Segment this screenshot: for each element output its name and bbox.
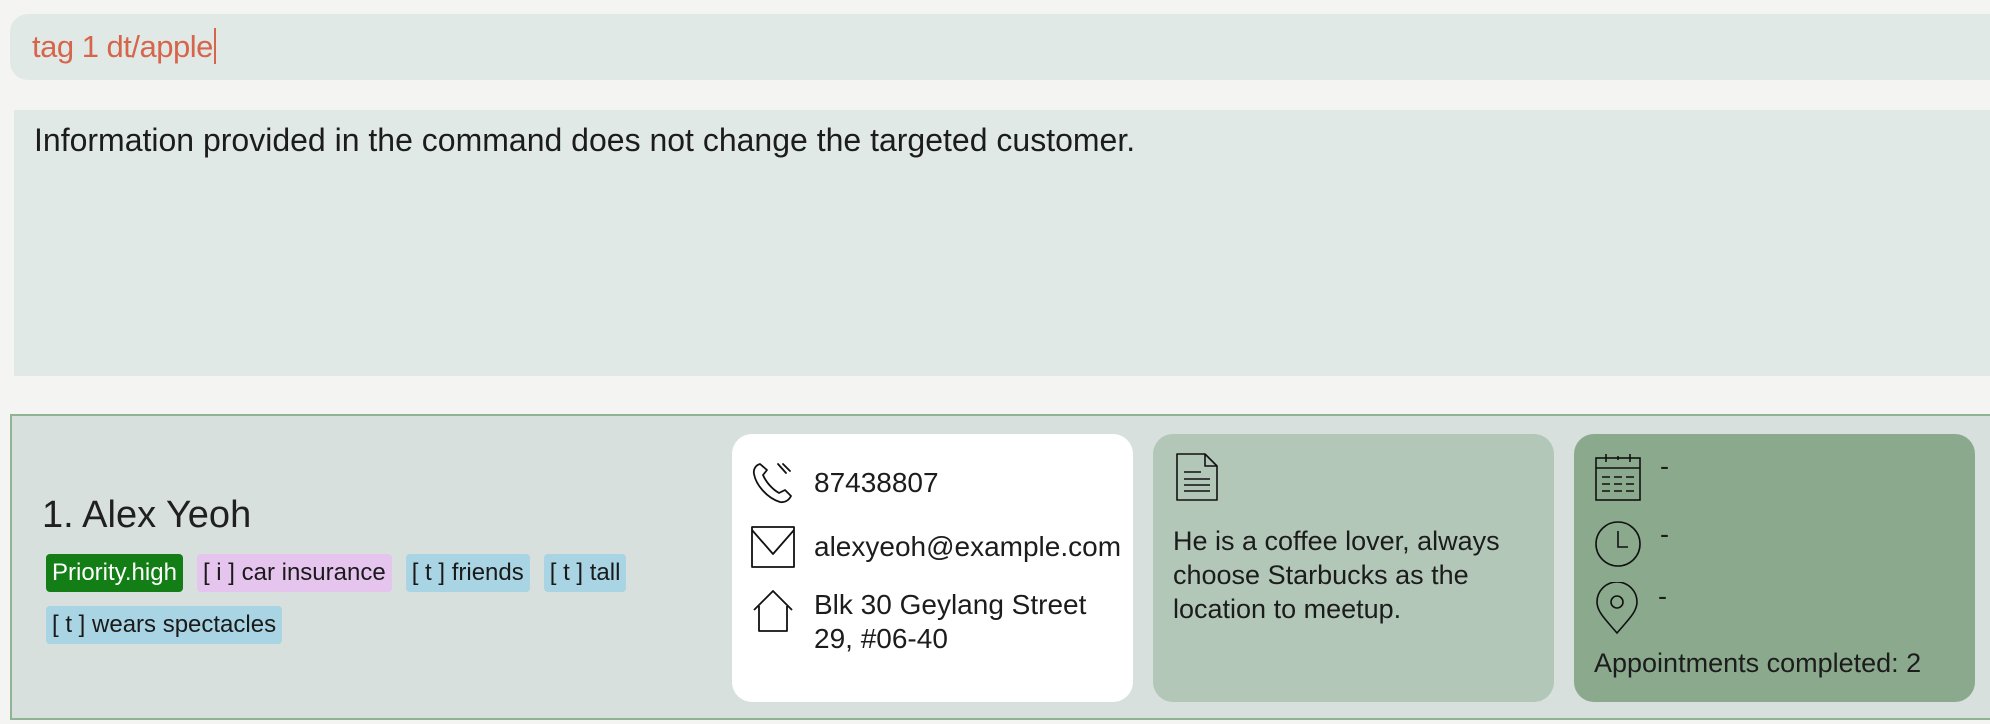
result-display: Information provided in the command does… bbox=[14, 110, 1990, 376]
phone-icon bbox=[752, 463, 792, 504]
address-text: Blk 30 Geylang Street 29, #06-40 bbox=[814, 589, 1087, 654]
contact-panel: 87438807 alexyeoh@example.com Blk 30 Gey… bbox=[732, 434, 1133, 702]
insurance-tag: [ i ] car insurance bbox=[196, 554, 392, 592]
tag-friends: [ t ] friends bbox=[405, 554, 530, 592]
tag-wears-spectacles: [ t ] wears spectacles bbox=[46, 606, 283, 644]
location-icon bbox=[1596, 582, 1638, 635]
appointment-location: - bbox=[1658, 580, 1667, 611]
priority-tag: Priority.high bbox=[46, 554, 183, 592]
person-card[interactable]: 1. Alex Yeoh Priority.high [ i ] car insu… bbox=[10, 414, 1990, 720]
calendar-icon bbox=[1595, 454, 1641, 501]
email-icon bbox=[751, 526, 795, 568]
result-message: Information provided in the command does… bbox=[34, 122, 1136, 158]
text-caret bbox=[213, 28, 216, 64]
email-address: alexyeoh@example.com bbox=[814, 531, 1122, 562]
appointment-time: - bbox=[1660, 518, 1669, 549]
tag-tall: [ t ] tall bbox=[543, 554, 627, 592]
appointment-location-row: - bbox=[1594, 580, 1667, 636]
remark-text: He is a coffee lover, always choose Star… bbox=[1173, 526, 1500, 624]
appointment-date: - bbox=[1660, 450, 1669, 481]
command-box[interactable]: tag 1 dt/apple bbox=[10, 14, 1990, 80]
appointment-time-row: - bbox=[1594, 518, 1669, 568]
clock-icon bbox=[1595, 521, 1641, 567]
email-row: alexyeoh@example.com bbox=[750, 524, 1121, 570]
command-input[interactable]: tag 1 dt/apple bbox=[32, 28, 216, 65]
appointments-completed: Appointments completed: 2 bbox=[1594, 648, 1922, 678]
phone-number: 87438807 bbox=[814, 467, 939, 498]
appointment-date-row: - bbox=[1594, 450, 1669, 502]
tag-list: Priority.high [ i ] car insurance [ t ] fr… bbox=[46, 554, 666, 658]
remark-panel: He is a coffee lover, always choose Star… bbox=[1153, 434, 1554, 702]
phone-row: 87438807 bbox=[750, 460, 939, 506]
address-row: Blk 30 Geylang Street 29, #06-40 bbox=[750, 588, 1114, 656]
person-name: 1. Alex Yeoh bbox=[42, 494, 252, 536]
document-icon bbox=[1176, 453, 1218, 501]
home-icon bbox=[753, 590, 793, 632]
appointment-panel: - - - Appointments completed: 2 bbox=[1574, 434, 1975, 702]
